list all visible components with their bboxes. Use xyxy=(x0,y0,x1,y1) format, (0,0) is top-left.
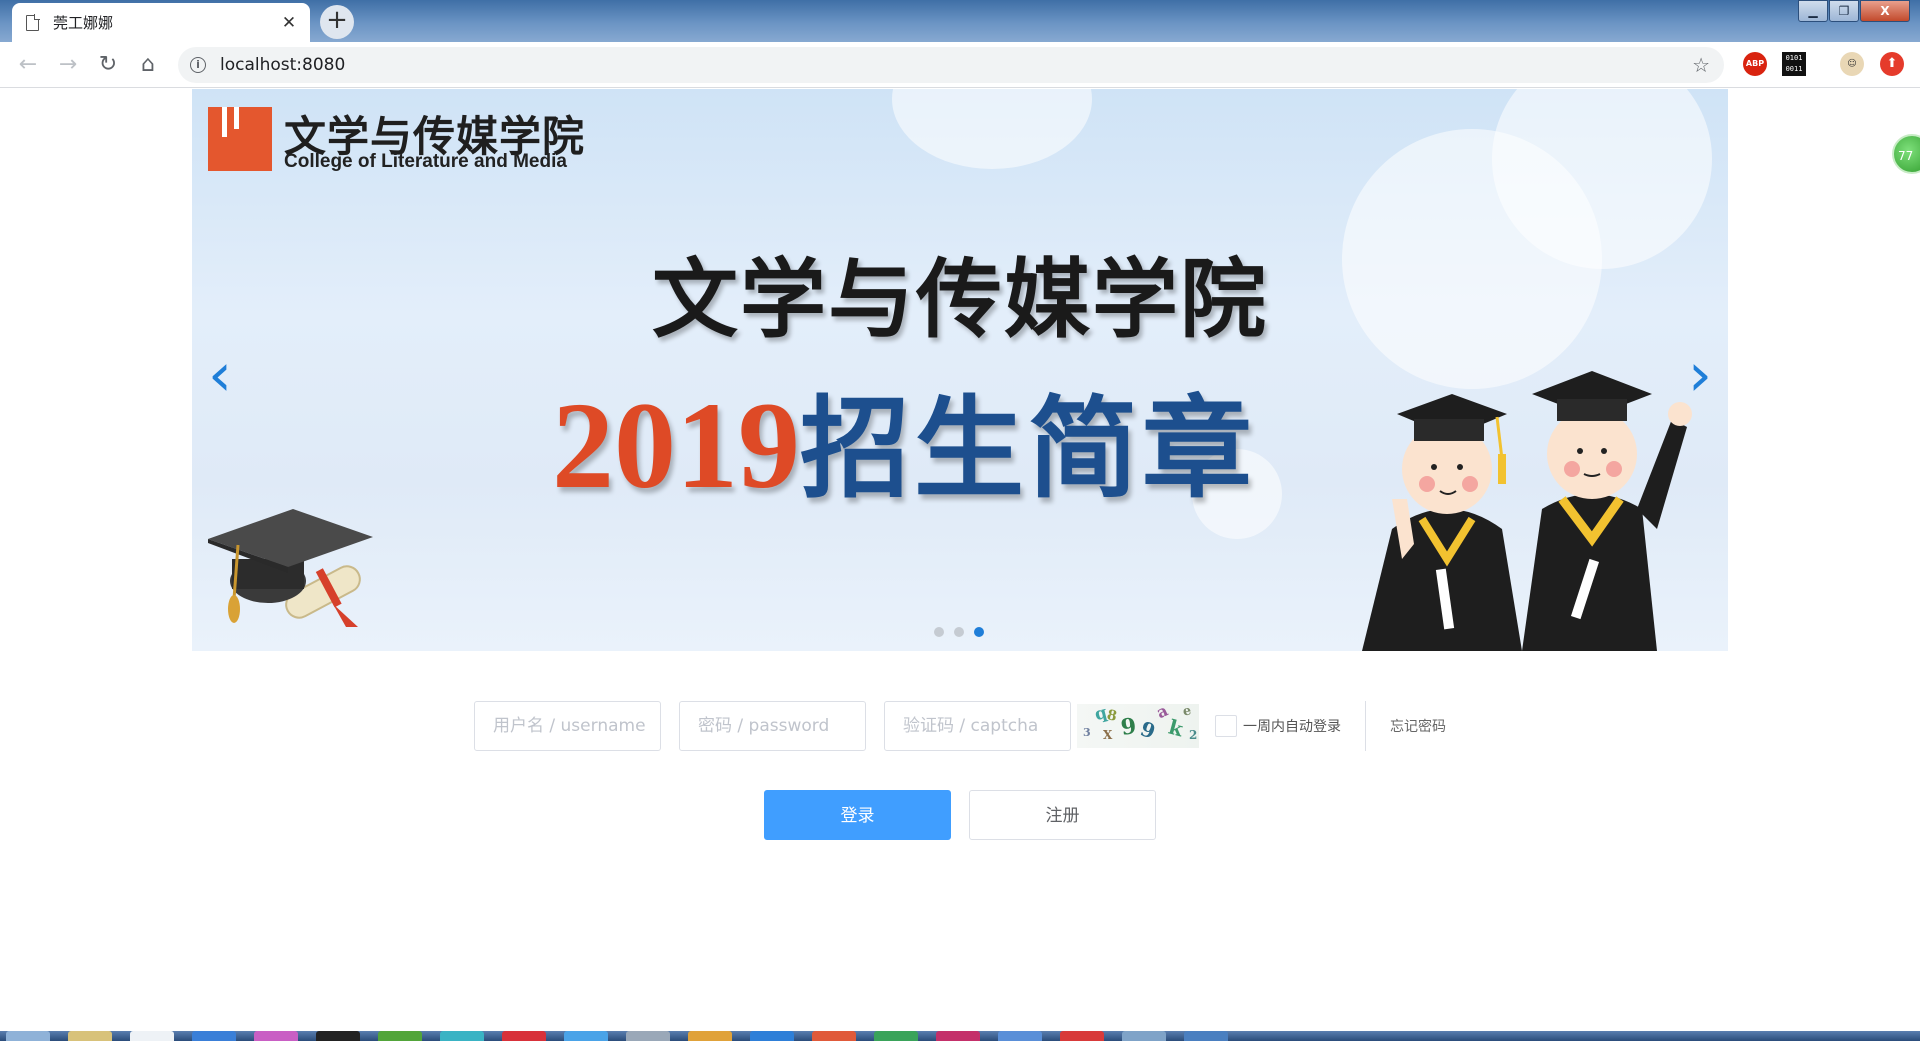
browser-titlebar: 莞工娜娜 ✕ + ▁ ❐ X xyxy=(0,0,1920,42)
graduates-illustration xyxy=(1362,371,1692,651)
captcha-input[interactable]: 验证码 / captcha xyxy=(884,701,1071,751)
college-logo-icon xyxy=(208,107,272,171)
banner-subtitle: 2019招生简章 xyxy=(552,359,1256,519)
back-icon[interactable]: ← xyxy=(8,52,48,77)
login-button[interactable]: 登录 xyxy=(764,790,951,840)
password-input[interactable]: 密码 / password xyxy=(679,701,866,751)
captcha-char: 9 xyxy=(1137,716,1159,744)
taskbar-item[interactable] xyxy=(502,1031,546,1041)
document-icon xyxy=(26,13,40,31)
tab-title: 莞工娜娜 xyxy=(53,14,114,32)
login-form: 用户名 / username 密码 / password 验证码 / captc… xyxy=(474,701,1446,751)
taskbar-item[interactable] xyxy=(812,1031,856,1041)
minimize-button[interactable]: ▁ xyxy=(1798,0,1828,22)
captcha-char: e xyxy=(1181,704,1193,720)
address-bar[interactable]: i localhost:8080 ☆ xyxy=(178,47,1724,83)
taskbar-item[interactable] xyxy=(68,1031,112,1041)
captcha-char: 3 xyxy=(1083,726,1091,739)
banner-year: 2019 xyxy=(552,377,800,514)
captcha-char: 9 xyxy=(1119,713,1139,741)
logo-english-name: College of Literature and Media xyxy=(284,151,567,172)
taskbar-item[interactable] xyxy=(316,1031,360,1041)
taskbar-item[interactable] xyxy=(6,1031,50,1041)
captcha-image[interactable]: q 8 9 9 a k e 3 X 2 xyxy=(1077,704,1199,748)
taskbar-item[interactable] xyxy=(378,1031,422,1041)
taskbar-item[interactable] xyxy=(192,1031,236,1041)
carousel-indicators xyxy=(934,627,994,637)
reload-icon[interactable]: ↻ xyxy=(88,52,128,77)
forgot-password-link[interactable]: 忘记密码 xyxy=(1390,716,1446,736)
taskbar-item[interactable] xyxy=(688,1031,732,1041)
remember-me[interactable]: 一周内自动登录 xyxy=(1215,715,1341,737)
taskbar-item[interactable] xyxy=(1060,1031,1104,1041)
carousel-dot-3[interactable] xyxy=(974,627,984,637)
captcha-char: X xyxy=(1103,728,1113,742)
taskbar-item[interactable] xyxy=(626,1031,670,1041)
taskbar-item[interactable] xyxy=(998,1031,1042,1041)
remember-checkbox[interactable] xyxy=(1215,715,1237,737)
info-icon[interactable]: i xyxy=(190,57,206,73)
banner-carousel: 文学与传媒学院 College of Literature and Media … xyxy=(192,89,1728,651)
binary-extension-icon[interactable]: 0101 0011 xyxy=(1782,52,1806,76)
home-icon[interactable]: ⌂ xyxy=(128,52,168,77)
browser-tab[interactable]: 莞工娜娜 ✕ xyxy=(12,3,310,42)
browser-toolbar: ← → ↻ ⌂ i localhost:8080 ☆ ABP 0101 0011 … xyxy=(0,42,1920,88)
taskbar-item[interactable] xyxy=(1122,1031,1166,1041)
forward-icon[interactable]: → xyxy=(48,52,88,77)
url-text[interactable]: localhost:8080 xyxy=(220,55,1692,75)
maximize-button[interactable]: ❐ xyxy=(1829,0,1859,22)
close-tab-icon[interactable]: ✕ xyxy=(280,13,298,33)
graduation-cap-illustration xyxy=(208,509,373,627)
new-tab-button[interactable]: + xyxy=(320,5,354,39)
taskbar-item[interactable] xyxy=(130,1031,174,1041)
profile-avatar-icon[interactable]: ☺ xyxy=(1840,52,1864,76)
taskbar-item[interactable] xyxy=(1184,1031,1228,1041)
taskbar-item[interactable] xyxy=(440,1031,484,1041)
star-icon[interactable]: ☆ xyxy=(1692,53,1710,77)
window-controls: ▁ ❐ X xyxy=(1797,0,1910,22)
floating-widget[interactable]: 77 xyxy=(1892,134,1920,174)
banner-subtitle-text: 招生简章 xyxy=(800,385,1256,513)
register-button[interactable]: 注册 xyxy=(969,790,1156,840)
captcha-char: 2 xyxy=(1189,728,1198,742)
banner-title: 文学与传媒学院 xyxy=(652,250,1268,350)
taskbar-item[interactable] xyxy=(874,1031,918,1041)
close-window-button[interactable]: X xyxy=(1860,0,1910,22)
carousel-dot-2[interactable] xyxy=(954,627,964,637)
remember-label[interactable]: 一周内自动登录 xyxy=(1243,716,1341,736)
os-taskbar xyxy=(0,1031,1920,1041)
taskbar-item[interactable] xyxy=(750,1031,794,1041)
username-input[interactable]: 用户名 / username xyxy=(474,701,661,751)
form-divider xyxy=(1365,701,1366,751)
upload-extension-icon[interactable]: ⬆ xyxy=(1880,52,1904,76)
cloud-decoration xyxy=(892,89,1092,169)
carousel-prev-button[interactable]: ‹ xyxy=(200,345,240,409)
graduate-right xyxy=(1522,371,1692,651)
taskbar-item[interactable] xyxy=(254,1031,298,1041)
adblock-extension-icon[interactable]: ABP xyxy=(1743,52,1767,76)
captcha-char: 8 xyxy=(1105,707,1119,725)
carousel-dot-1[interactable] xyxy=(934,627,944,637)
carousel-next-button[interactable]: › xyxy=(1680,345,1720,409)
graduate-left xyxy=(1362,394,1522,651)
taskbar-item[interactable] xyxy=(936,1031,980,1041)
taskbar-item[interactable] xyxy=(564,1031,608,1041)
